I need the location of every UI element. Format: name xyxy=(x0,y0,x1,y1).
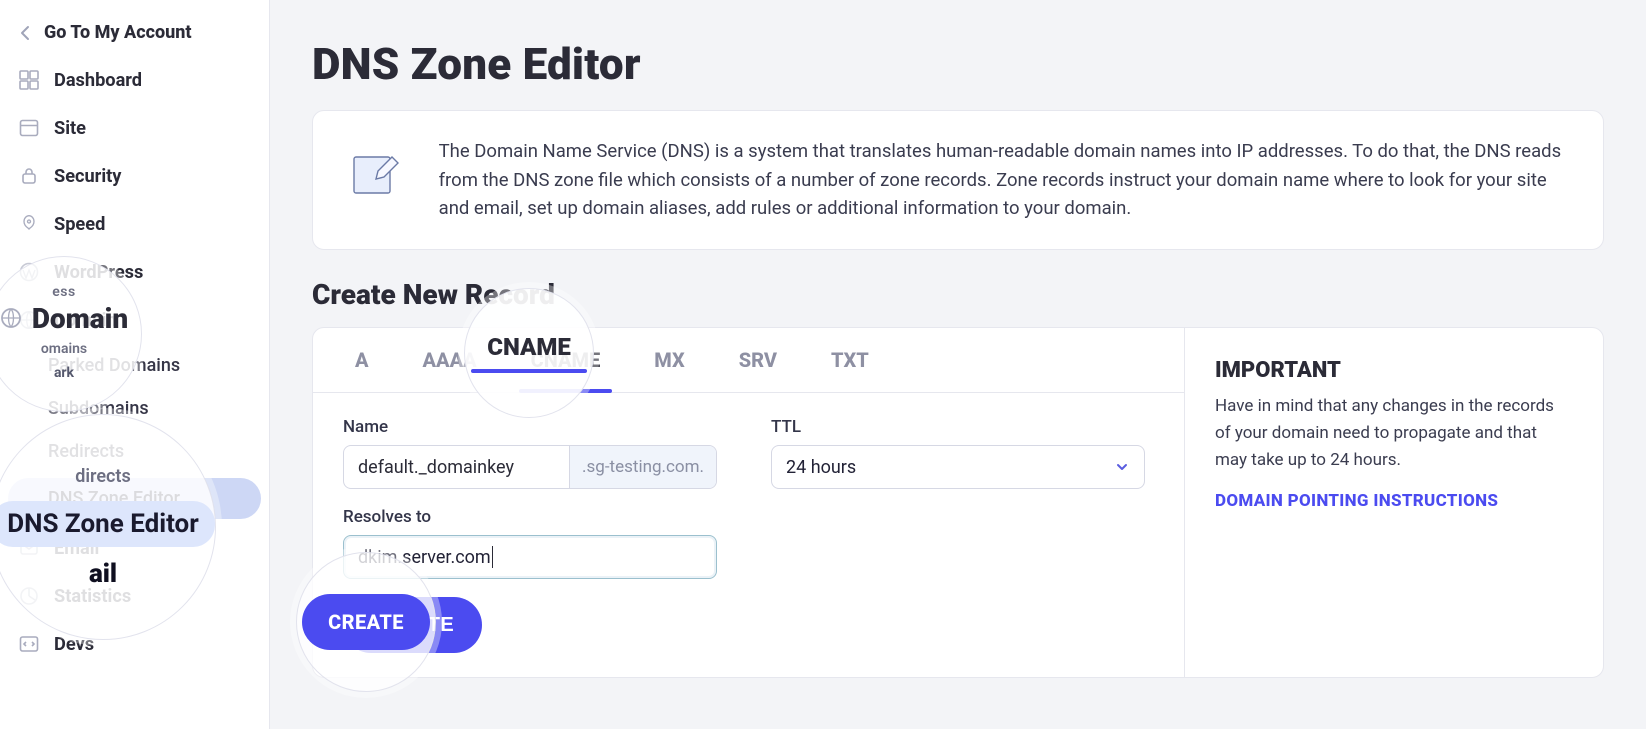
go-to-account[interactable]: Go To My Account xyxy=(0,8,269,55)
label-name: Name xyxy=(343,417,717,437)
mail-icon xyxy=(18,537,40,559)
info-card: The Domain Name Service (DNS) is a syste… xyxy=(312,110,1604,250)
sidebar-item-label: Site xyxy=(54,118,86,139)
resolves-input-value: dkim.server.com xyxy=(358,547,491,568)
sidebar-subitem-redirects[interactable]: Redirects xyxy=(0,431,269,472)
sidebar-subitem-label: Parked Domains xyxy=(48,355,180,376)
window-icon xyxy=(18,117,40,139)
sidebar-item-label: WordPress xyxy=(54,262,143,283)
sidebar-subitem-dns-zone-editor[interactable]: DNS Zone Editor xyxy=(8,478,261,519)
arrow-left-icon xyxy=(18,25,34,41)
panel-aside: IMPORTANT Have in mind that any changes … xyxy=(1185,328,1603,677)
aside-text: Have in mind that any changes in the rec… xyxy=(1215,393,1573,475)
grid-icon xyxy=(18,69,40,91)
sidebar-subitem-label: Subdomains xyxy=(48,398,149,419)
rocket-icon xyxy=(18,213,40,235)
sidebar-item-statistics[interactable]: Statistics xyxy=(0,573,269,619)
create-button[interactable]: CREATE xyxy=(343,597,482,653)
lock-icon xyxy=(18,165,40,187)
wordpress-icon xyxy=(18,261,40,283)
form-group-name: Name default._domainkey .sg-testing.com. xyxy=(343,417,717,489)
sidebar-item-label: Email xyxy=(54,538,99,559)
create-record-panel: A AAAA CNAME MX SRV TXT Name default._do… xyxy=(312,327,1604,678)
sidebar-item-site[interactable]: Site xyxy=(0,105,269,151)
ttl-select-value: 24 hours xyxy=(786,457,856,478)
label-resolves: Resolves to xyxy=(343,507,717,527)
sidebar-subitem-parked-domains[interactable]: Parked Domains xyxy=(0,345,269,386)
tab-txt[interactable]: TXT xyxy=(819,328,881,392)
sidebar-item-domain[interactable]: Domain xyxy=(0,297,269,343)
panel-form: A AAAA CNAME MX SRV TXT Name default._do… xyxy=(313,328,1185,677)
name-input-suffix: .sg-testing.com. xyxy=(569,446,716,488)
resolves-input[interactable]: dkim.server.com xyxy=(343,535,717,579)
sidebar-item-label: Devs xyxy=(54,634,94,655)
tab-a[interactable]: A xyxy=(343,328,381,392)
sidebar-item-label: Speed xyxy=(54,214,105,235)
sidebar-item-label: Security xyxy=(54,166,121,187)
tab-cname[interactable]: CNAME xyxy=(519,328,613,392)
sidebar-subitem-label: Redirects xyxy=(48,441,124,462)
sidebar-item-security[interactable]: Security xyxy=(0,153,269,199)
go-to-account-label: Go To My Account xyxy=(44,22,192,43)
sidebar-item-label: Domain xyxy=(54,310,117,331)
record-type-tabs: A AAAA CNAME MX SRV TXT xyxy=(313,328,1184,393)
sidebar-subitem-label: DNS Zone Editor xyxy=(48,488,180,509)
sidebar-item-devs[interactable]: Devs xyxy=(0,621,269,667)
tab-srv[interactable]: SRV xyxy=(727,328,789,392)
edit-illustration-icon xyxy=(343,137,413,209)
text-cursor-icon xyxy=(492,546,493,568)
sidebar-item-wordpress[interactable]: WordPress xyxy=(0,249,269,295)
form-group-ttl: TTL 24 hours xyxy=(771,417,1145,489)
section-title: Create New Record xyxy=(312,278,1604,311)
info-description: The Domain Name Service (DNS) is a syste… xyxy=(439,137,1573,223)
aside-link[interactable]: DOMAIN POINTING INSTRUCTIONS xyxy=(1215,491,1498,511)
sidebar-item-dashboard[interactable]: Dashboard xyxy=(0,57,269,103)
aside-title: IMPORTANT xyxy=(1215,358,1573,383)
label-ttl: TTL xyxy=(771,417,1145,437)
globe-icon xyxy=(18,309,40,331)
sidebar-item-email[interactable]: Email xyxy=(0,525,269,571)
chart-pie-icon xyxy=(18,585,40,607)
tab-mx[interactable]: MX xyxy=(642,328,696,392)
sidebar-item-label: Statistics xyxy=(54,586,131,607)
sidebar: Go To My Account Dashboard Site Security xyxy=(0,0,270,729)
page-title: DNS Zone Editor xyxy=(312,38,1604,90)
chevron-down-icon xyxy=(1114,459,1130,475)
code-icon xyxy=(18,633,40,655)
tab-aaaa[interactable]: AAAA xyxy=(411,328,489,392)
sidebar-item-speed[interactable]: Speed xyxy=(0,201,269,247)
main-content: DNS Zone Editor The Domain Name Service … xyxy=(270,0,1646,729)
form-group-resolves: Resolves to dkim.server.com xyxy=(343,507,717,579)
sidebar-item-label: Dashboard xyxy=(54,70,142,91)
name-input-value: default._domainkey xyxy=(344,446,569,488)
sidebar-subitem-subdomains[interactable]: Subdomains xyxy=(0,388,269,429)
name-input[interactable]: default._domainkey .sg-testing.com. xyxy=(343,445,717,489)
ttl-select[interactable]: 24 hours xyxy=(771,445,1145,489)
